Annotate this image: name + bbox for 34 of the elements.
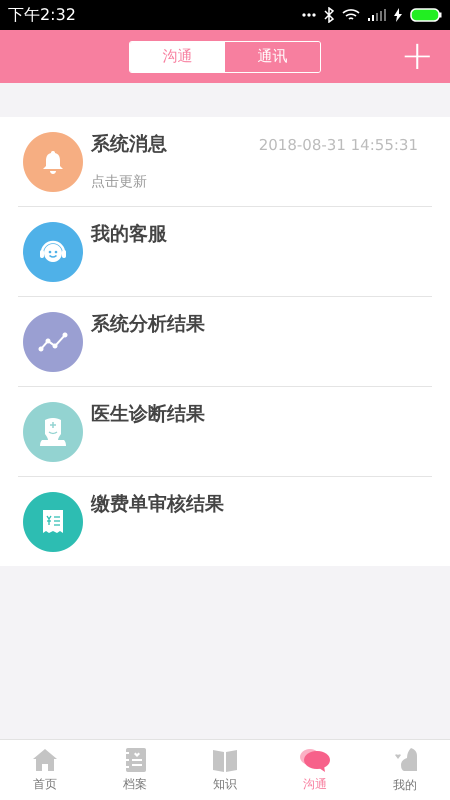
- more-icon: [302, 13, 316, 17]
- charging-icon: [394, 8, 402, 22]
- receipt-icon: [42, 508, 64, 534]
- message-title: 我的客服: [91, 222, 168, 247]
- message-row[interactable]: 缴费单审核结果: [0, 477, 450, 566]
- message-title: 医生诊断结果: [91, 402, 206, 427]
- message-row[interactable]: 医生诊断结果: [0, 387, 450, 477]
- message-title: 缴费单审核结果: [91, 492, 225, 517]
- message-title: 系统消息: [91, 132, 168, 157]
- message-title: 系统分析结果: [91, 312, 206, 337]
- speech-bubbles-icon: [299, 748, 331, 772]
- message-preview: 点击更新: [91, 173, 148, 191]
- nav-tab[interactable]: 档案: [90, 740, 180, 800]
- nav-tab[interactable]: 知识: [180, 740, 270, 800]
- line-chart-icon: [38, 330, 68, 352]
- house-icon: [32, 748, 58, 772]
- add-button[interactable]: +: [400, 38, 434, 74]
- message-row[interactable]: 系统消息 2018-08-31 14:55:31 点击更新: [0, 117, 450, 207]
- message-time: 2018-08-31 14:55:31: [258, 136, 418, 154]
- message-row[interactable]: 我的客服: [0, 207, 450, 297]
- wifi-icon: [342, 8, 360, 22]
- signal-icon: [368, 9, 386, 21]
- bluetooth-icon: [324, 7, 334, 23]
- battery-icon: [410, 8, 442, 22]
- nav-tab[interactable]: 沟通: [270, 740, 360, 800]
- clock-time: 下午2:32: [8, 4, 76, 26]
- message-row[interactable]: 系统分析结果: [0, 297, 450, 387]
- notebook-icon: [124, 748, 146, 772]
- nav-tab[interactable]: 我的: [360, 740, 450, 800]
- book-icon: [212, 748, 238, 772]
- nav-tab[interactable]: 首页: [0, 740, 90, 800]
- bell-icon: [41, 148, 65, 174]
- tab[interactable]: 沟通: [130, 42, 225, 72]
- doctor-icon: [40, 416, 66, 448]
